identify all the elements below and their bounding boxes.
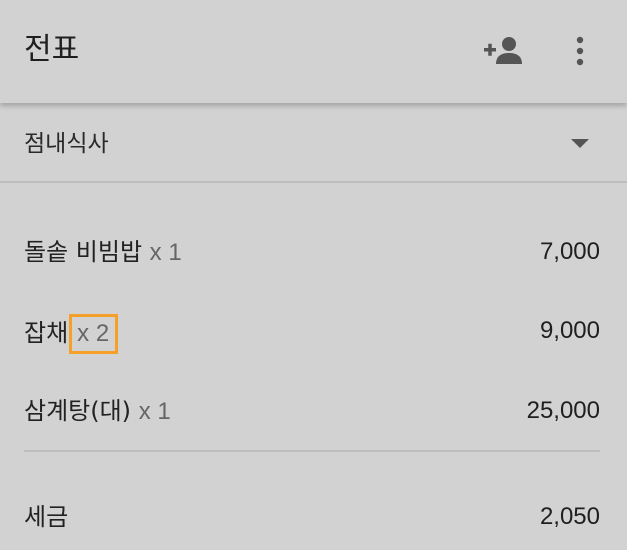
item-price: 7,000	[539, 238, 600, 265]
page-title: 전표	[24, 32, 80, 67]
item-name: 삼계탕(대)	[24, 397, 132, 425]
divider	[0, 181, 627, 183]
divider	[24, 450, 600, 452]
line-item[interactable]: 돌솥 비빔밥 x 1 7,000	[0, 221, 627, 281]
tax-amount: 2,050	[539, 503, 600, 530]
item-quantity-highlighted[interactable]: x 2	[69, 314, 119, 354]
more-vert-icon	[576, 36, 584, 66]
item-name: 돌솥 비빔밥	[24, 238, 143, 266]
line-item[interactable]: 삼계탕(대) x 1 25,000	[0, 380, 627, 440]
item-price: 9,000	[539, 317, 600, 344]
dropdown-arrow-icon	[571, 139, 589, 148]
person-add-icon	[484, 37, 522, 64]
app-bar: 전표	[0, 0, 627, 103]
item-quantity: x 1	[149, 239, 182, 266]
add-customer-button[interactable]	[482, 30, 524, 70]
order-type-selected: 점내식사	[24, 131, 109, 157]
item-quantity: x 1	[138, 398, 171, 425]
item-price: 25,000	[526, 397, 600, 424]
order-type-dropdown[interactable]: 점내식사	[0, 103, 627, 181]
tax-row: 세금 2,050	[0, 486, 627, 546]
item-name: 잡채	[24, 319, 69, 347]
more-options-button[interactable]	[568, 30, 592, 70]
tax-label: 세금	[24, 503, 69, 531]
line-item[interactable]: 잡채 x 2 9,000	[0, 300, 627, 360]
